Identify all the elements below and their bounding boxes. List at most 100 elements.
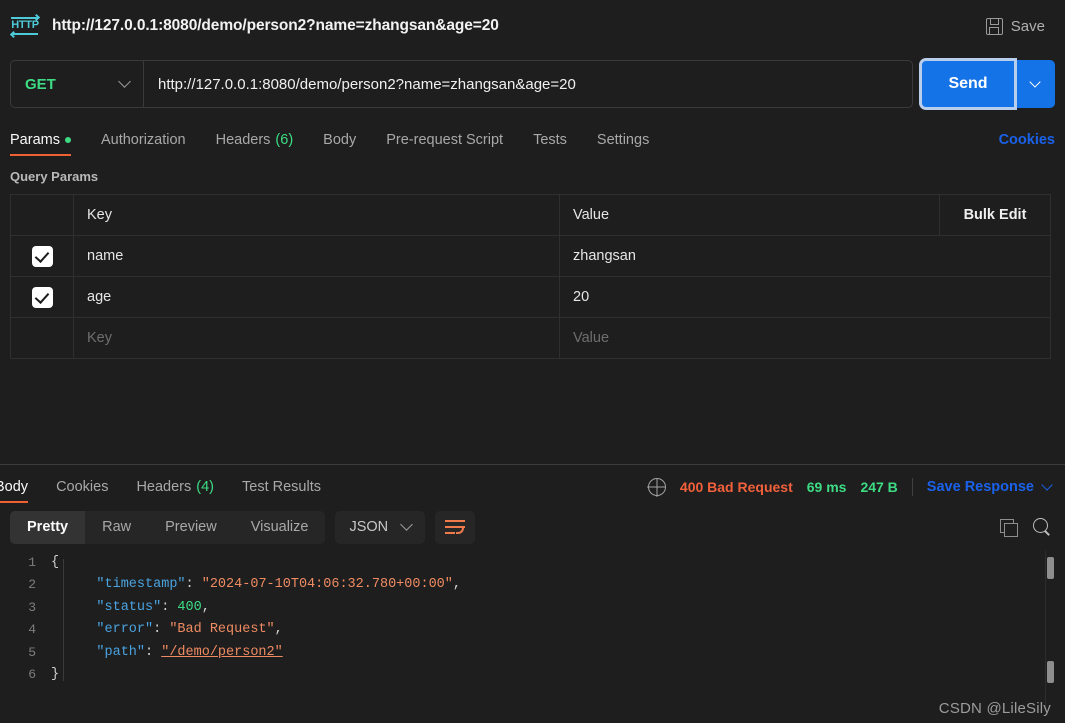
code-scrollbar[interactable] (1045, 551, 1055, 711)
tab-body[interactable]: Body (323, 132, 356, 156)
response-body-actions (1000, 518, 1051, 537)
new-value-input[interactable]: Value (560, 318, 940, 358)
query-params-table: Key Value Bulk Edit name zhangsan age 20… (10, 194, 1051, 359)
json-comma: , (201, 599, 210, 615)
line-number: 1 (28, 554, 36, 570)
send-button[interactable]: Send (919, 58, 1017, 110)
word-wrap-button[interactable] (435, 510, 476, 544)
row-checkbox-cell (11, 277, 74, 317)
table-row[interactable]: name zhangsan (11, 236, 1050, 277)
response-tab-body-label: Body (0, 479, 29, 495)
json-key: "status" (96, 599, 162, 615)
json-value: 400 (177, 599, 202, 615)
table-row[interactable]: age 20 (11, 277, 1050, 318)
response-tab-headers[interactable]: Headers (4) (136, 479, 214, 503)
new-key-input[interactable]: Key (74, 318, 560, 358)
scrollbar-thumb-secondary[interactable] (1047, 661, 1054, 683)
code-line: 2 "timestamp": "2024-07-10T04:06:32.780+… (0, 574, 1065, 597)
tab-authorization-label: Authorization (100, 132, 186, 148)
response-tab-headers-count: (4) (196, 479, 214, 495)
response-body-code[interactable]: 1 { 2 "timestamp": "2024-07-10T04:06:32.… (0, 551, 1065, 711)
chevron-down-icon (118, 75, 131, 88)
bulk-edit-button[interactable]: Bulk Edit (940, 195, 1050, 235)
page-title: http://127.0.0.1:8080/demo/person2?name=… (52, 17, 499, 34)
view-preview[interactable]: Preview (148, 511, 234, 544)
view-raw[interactable]: Raw (85, 511, 148, 544)
response-size: 247 B (860, 479, 898, 495)
view-visualize[interactable]: Visualize (234, 511, 326, 544)
meta-divider (911, 478, 913, 496)
http-protocol-icon: HTTP (9, 13, 41, 39)
row-value[interactable]: 20 (560, 277, 940, 317)
send-button-group: Send (919, 58, 1055, 110)
response-tab-headers-label: Headers (136, 479, 192, 495)
http-method-select[interactable]: GET (10, 60, 143, 108)
row-key[interactable]: name (74, 236, 560, 276)
chevron-down-icon (400, 518, 414, 531)
network-globe-icon[interactable] (647, 478, 666, 496)
query-params-heading: Query Params (10, 169, 99, 184)
save-response-button[interactable]: Save Response (926, 478, 1053, 495)
tab-pre-request-script-label: Pre-request Script (386, 132, 504, 148)
json-sep: : (161, 599, 178, 615)
tab-params[interactable]: Params (10, 132, 71, 156)
tab-tests-label: Tests (533, 132, 567, 148)
response-tab-test-results-label: Test Results (242, 479, 321, 495)
tab-tests[interactable]: Tests (533, 132, 567, 156)
row-value[interactable]: zhangsan (560, 236, 940, 276)
tab-body-label: Body (323, 132, 357, 148)
tab-authorization[interactable]: Authorization (101, 132, 186, 156)
json-value: "2024-07-10T04:06:32.780+00:00" (201, 577, 453, 593)
row-checkbox[interactable] (31, 286, 53, 308)
line-number: 3 (28, 599, 36, 615)
json-value: "Bad Request" (169, 622, 275, 638)
request-tabs: Params Authorization Headers (6) Body Pr… (10, 120, 1055, 156)
copy-icon[interactable] (1000, 518, 1018, 537)
response-pane: Body Cookies Headers (4) Test Results 40… (0, 465, 1065, 723)
json-key: "error" (96, 622, 154, 638)
json-comma: , (274, 622, 283, 638)
save-button[interactable]: Save (980, 13, 1051, 40)
http-method-value: GET (25, 75, 56, 93)
scrollbar-thumb[interactable] (1047, 557, 1054, 579)
cookies-link[interactable]: Cookies (999, 132, 1055, 156)
code-line: 1 { (0, 551, 1065, 574)
tab-headers-label: Headers (215, 132, 271, 148)
line-number: 5 (28, 644, 36, 660)
tab-pre-request-script[interactable]: Pre-request Script (386, 132, 503, 156)
header-cell-value: Value (560, 195, 940, 235)
chevron-down-icon (1029, 75, 1041, 88)
status-badge: 400 Bad Request (679, 479, 793, 495)
response-view-segmented-control: Pretty Raw Preview Visualize (10, 510, 326, 544)
row-key[interactable]: age (74, 277, 560, 317)
tab-headers[interactable]: Headers (6) (216, 132, 294, 156)
code-brace: { (50, 554, 60, 570)
row-checkbox[interactable] (31, 245, 53, 267)
indent-guide (63, 559, 64, 681)
code-line: 3 "status": 400, (0, 596, 1065, 619)
line-number: 6 (28, 667, 36, 683)
json-sep: : (145, 644, 162, 660)
language-select[interactable]: JSON (335, 510, 426, 544)
json-sep: : (153, 622, 170, 638)
row-actions (940, 277, 1050, 317)
json-value-link[interactable]: "/demo/person2" (161, 645, 283, 660)
json-comma: , (452, 577, 461, 593)
response-tab-body[interactable]: Body (0, 479, 29, 503)
response-format-bar: Pretty Raw Preview Visualize JSON (0, 503, 1065, 551)
line-number: 2 (28, 577, 36, 593)
send-options-button[interactable] (1015, 60, 1055, 108)
json-key: "path" (96, 644, 146, 660)
json-key: "timestamp" (96, 577, 186, 593)
row-checkbox-cell (11, 236, 74, 276)
url-input[interactable]: http://127.0.0.1:8080/demo/person2?name=… (143, 60, 913, 108)
view-pretty[interactable]: Pretty (10, 510, 86, 544)
search-icon[interactable] (1033, 518, 1051, 536)
response-tab-cookies[interactable]: Cookies (56, 479, 108, 503)
table-header-row: Key Value Bulk Edit (11, 195, 1050, 236)
response-tab-cookies-label: Cookies (56, 479, 109, 495)
save-response-label: Save Response (926, 479, 1034, 495)
tab-settings[interactable]: Settings (597, 132, 649, 156)
response-tab-test-results[interactable]: Test Results (242, 479, 321, 503)
table-row-empty[interactable]: Key Value (11, 318, 1050, 359)
